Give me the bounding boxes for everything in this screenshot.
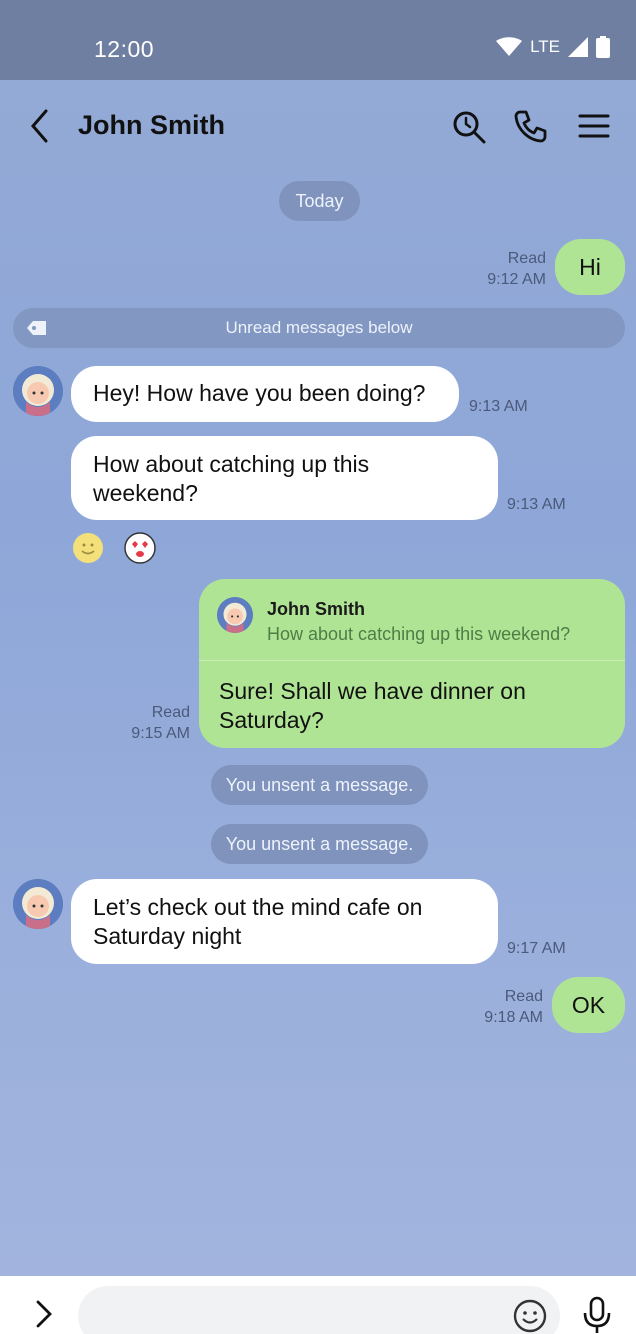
back-icon [31, 109, 48, 143]
quoted-avatar [217, 597, 253, 633]
avatar-image [13, 366, 63, 416]
message-text: OK [571, 992, 606, 1018]
status-time: 12:00 [94, 36, 155, 62]
message-read-status: Read 9:15 AM [110, 702, 190, 744]
message-input-bar [0, 1276, 636, 1334]
battery-icon [596, 36, 610, 58]
avatar-image [13, 879, 63, 929]
outgoing-reply-message[interactable]: John Smith How about catching up this we… [199, 579, 625, 748]
menu-icon [578, 114, 610, 138]
voice-button[interactable] [582, 1296, 612, 1334]
message-text-line: Sure! Shall we have dinner on [219, 678, 526, 704]
message-read-status: Read 9:18 AM [466, 986, 543, 1028]
menu-button[interactable] [574, 106, 614, 146]
unsent-notice: You unsent a message. [211, 824, 428, 864]
message-text-line: Saturday? [219, 707, 324, 733]
avatar-image [217, 597, 253, 633]
message-time: 9:18 AM [484, 1009, 543, 1026]
message-read-status: Read 9:12 AM [470, 248, 546, 290]
message-text-line: How about catching up this [93, 451, 370, 477]
network-label: LTE [530, 37, 560, 56]
unread-divider-label: Unread messages below [225, 318, 413, 337]
chat-header: John Smith [0, 80, 636, 172]
message-time: 9:17 AM [507, 940, 566, 957]
incoming-message[interactable]: Hey! How have you been doing? [71, 366, 459, 422]
outgoing-message[interactable]: Hi [555, 239, 625, 295]
message-text-line: Saturday night [93, 923, 242, 949]
expand-icon [36, 1300, 52, 1328]
message-text: Hey! How have you been doing? [93, 380, 426, 406]
contact-avatar[interactable] [13, 879, 63, 929]
read-label: Read [151, 704, 190, 721]
back-button[interactable] [26, 106, 56, 146]
emoji-button[interactable] [512, 1298, 548, 1334]
message-time: 9:15 AM [131, 725, 190, 742]
message-text-line: Let’s check out the mind cafe on [93, 894, 423, 920]
unread-divider: Unread messages below [13, 308, 625, 348]
status-bar: 12:00 LTE [0, 0, 636, 80]
read-label: Read [507, 250, 546, 267]
emoji-icon [513, 1299, 547, 1333]
status-icons: LTE [496, 36, 610, 58]
unsent-notice: You unsent a message. [211, 765, 428, 805]
search-icon [453, 111, 486, 144]
incoming-message[interactable]: Let’s check out the mind cafe on Saturda… [71, 879, 498, 964]
message-body: Sure! Shall we have dinner on Saturday? [199, 661, 625, 735]
message-text-line: weekend? [93, 480, 198, 506]
date-chip: Today [279, 181, 360, 221]
tag-icon [27, 321, 46, 335]
mic-icon [583, 1296, 611, 1333]
read-label: Read [504, 988, 543, 1005]
message-text: Hi [579, 254, 601, 280]
phone-icon [514, 110, 547, 143]
quoted-text: How about catching up this weekend? [267, 624, 571, 644]
wifi-icon [496, 37, 523, 56]
call-button[interactable] [510, 106, 550, 146]
contact-avatar[interactable] [13, 366, 63, 416]
message-time: 9:12 AM [487, 271, 546, 288]
heart-eyes-reaction-icon[interactable] [124, 532, 156, 564]
message-input[interactable] [78, 1286, 560, 1334]
expand-button[interactable] [30, 1298, 56, 1330]
signal-icon [568, 37, 588, 57]
message-time: 9:13 AM [469, 398, 528, 415]
quoted-message[interactable]: John Smith How about catching up this we… [199, 579, 625, 661]
message-time: 9:13 AM [507, 496, 566, 513]
outgoing-message[interactable]: OK [552, 977, 625, 1033]
smile-reaction-icon[interactable] [72, 532, 104, 564]
incoming-message[interactable]: How about catching up this weekend? [71, 436, 498, 520]
search-button[interactable] [448, 106, 488, 146]
chat-title: John Smith [78, 110, 225, 140]
